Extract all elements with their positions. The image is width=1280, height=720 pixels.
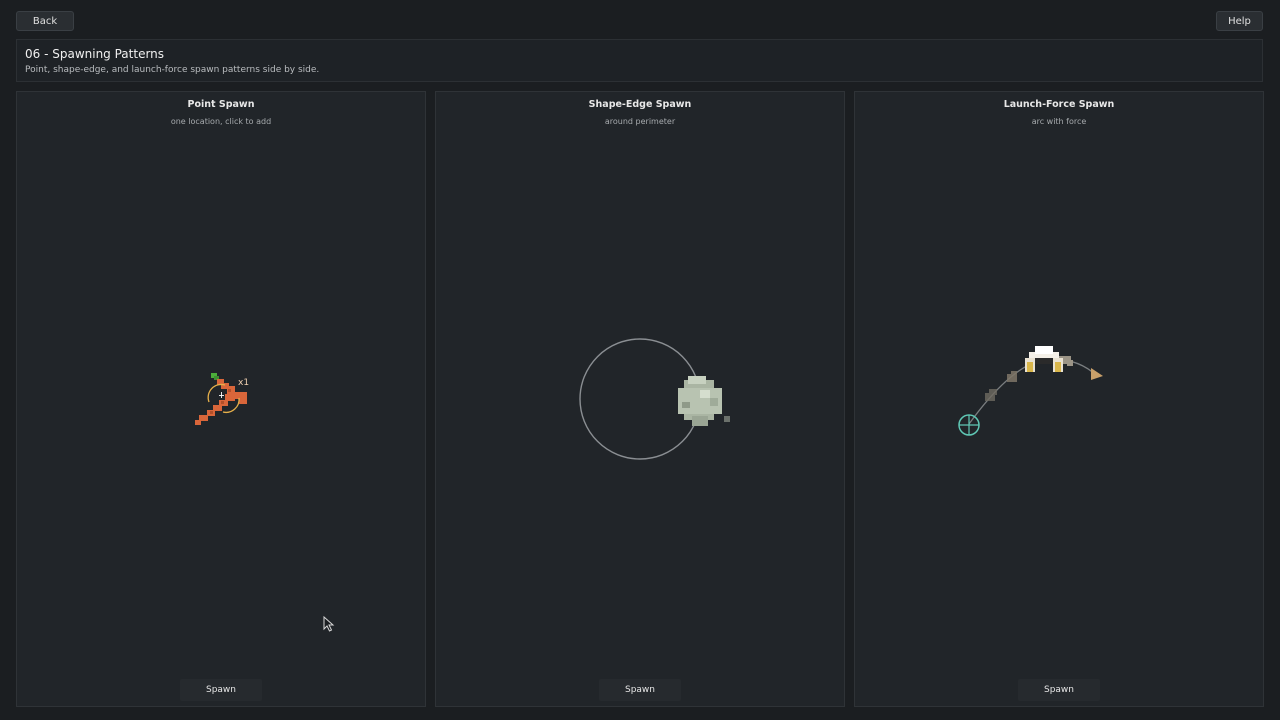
crosshair-icon bbox=[958, 414, 980, 436]
spawn-button[interactable]: Spawn bbox=[1018, 679, 1100, 701]
panel-title: Launch-Force Spawn bbox=[1003, 99, 1115, 110]
point-spawn-panel[interactable]: Point Spawn one location, click to add x… bbox=[16, 91, 426, 707]
page-title: 06 - Spawning Patterns bbox=[25, 47, 165, 61]
launch-force-spawn-panel[interactable]: Launch-Force Spawn arc with force Spawn bbox=[854, 91, 1264, 707]
panel-subtitle: around perimeter bbox=[604, 117, 676, 126]
shape-perimeter bbox=[579, 338, 730, 460]
panel-subtitle: arc with force bbox=[1031, 117, 1087, 126]
spawn-button[interactable]: Spawn bbox=[599, 679, 681, 701]
spawn-button[interactable]: Spawn bbox=[180, 679, 262, 701]
rock-icon bbox=[678, 376, 730, 426]
carrot-icon: x1 bbox=[195, 373, 249, 425]
panel-title: Shape-Edge Spawn bbox=[588, 99, 692, 110]
shape-edge-spawn-panel[interactable]: Shape-Edge Spawn around perimeter Spawn bbox=[435, 91, 845, 707]
back-button[interactable]: Back bbox=[16, 11, 74, 31]
spawn-counter: x1 bbox=[238, 378, 249, 388]
mouse-pointer-icon bbox=[323, 616, 335, 632]
launch-arc bbox=[958, 346, 1103, 436]
panel-title: Point Spawn bbox=[187, 99, 255, 110]
page-subtitle: Point, shape-edge, and launch-force spaw… bbox=[25, 65, 320, 75]
panel-subtitle: one location, click to add bbox=[170, 117, 272, 126]
bone-icon bbox=[1025, 346, 1063, 372]
arrow-icon bbox=[1091, 368, 1103, 380]
header-panel: 06 - Spawning Patterns Point, shape-edge… bbox=[16, 39, 1263, 82]
help-button[interactable]: Help bbox=[1216, 11, 1263, 31]
